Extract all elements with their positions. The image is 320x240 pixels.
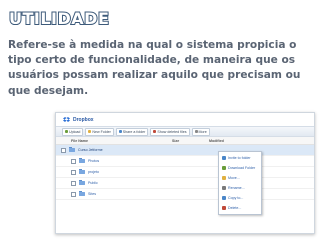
context-menu-label: Delete... (228, 206, 242, 210)
share-folder-icon (118, 130, 122, 133)
dropbox-logo-icon (63, 116, 70, 123)
row-checkbox[interactable] (71, 169, 76, 175)
trash-icon (153, 130, 157, 133)
toolbar-button-show-deleted-files[interactable]: Show deleted files (150, 127, 190, 136)
context-menu-item-copy-to[interactable]: Copy to... (219, 193, 261, 203)
context-menu-item-delete[interactable]: Delete... (219, 203, 261, 213)
folder-icon (79, 158, 85, 163)
file-name[interactable]: projeto (88, 170, 99, 174)
app-name: Dropbox (73, 116, 94, 123)
copy-icon (222, 196, 226, 200)
new-folder-icon (88, 130, 92, 133)
row-checkbox[interactable] (61, 147, 66, 153)
context-menu-item-move[interactable]: Move... (219, 173, 261, 183)
upload-icon (65, 130, 68, 133)
file-row[interactable]: Curso Jetforme (56, 145, 314, 156)
toolbar-button-label: More (198, 129, 207, 134)
folder-icon (79, 169, 85, 174)
column-size[interactable]: Size (172, 139, 209, 143)
download-icon (222, 166, 226, 170)
file-row[interactable]: Sites (56, 189, 314, 200)
file-list: Curso Jetforme Photos projeto Public Sites (56, 145, 314, 200)
file-row[interactable]: projeto (56, 167, 314, 178)
toolbar-button-label: Show deleted files (157, 129, 187, 134)
invite-icon (222, 156, 226, 160)
column-modified[interactable]: Modified (209, 139, 224, 143)
toolbar-button-label: Upload (69, 129, 81, 134)
toolbar: Upload New Folder Share a folder Show delet… (56, 126, 314, 137)
slide-title: UTILIDADE (8, 8, 110, 29)
move-icon (222, 176, 226, 180)
column-file-name[interactable]: File Name (71, 139, 172, 143)
context-menu-item-download-folder[interactable]: Download Folder (219, 163, 261, 173)
folder-icon (79, 191, 85, 196)
slide-description: Refere-se à medida na qual o sistema pro… (8, 39, 301, 97)
file-name[interactable]: Public (88, 181, 98, 185)
context-menu: Invite to folder Download Folder Move... Re… (218, 151, 262, 215)
folder-icon (69, 147, 75, 152)
context-menu-label: Copy to... (228, 196, 244, 200)
folder-icon (79, 180, 85, 185)
file-row[interactable]: Photos (56, 156, 314, 167)
toolbar-button-new-folder[interactable]: New Folder (85, 127, 114, 136)
context-menu-item-rename[interactable]: Rename... (219, 183, 261, 193)
dropbox-screenshot: Dropbox Upload New Folder Share a folder Sh… (55, 112, 315, 234)
toolbar-button-share-a-folder[interactable]: Share a folder (115, 127, 149, 136)
file-name[interactable]: Photos (88, 159, 99, 163)
row-checkbox[interactable] (71, 158, 76, 164)
file-name[interactable]: Sites (88, 192, 96, 196)
toolbar-button-label: New Folder (92, 129, 111, 134)
file-name[interactable]: Curso Jetforme (78, 148, 103, 152)
context-menu-label: Rename... (228, 186, 245, 190)
column-header: File Name Size Modified (56, 137, 314, 145)
row-checkbox[interactable] (71, 191, 76, 197)
row-checkbox[interactable] (71, 180, 76, 186)
context-menu-item-invite-to-folder[interactable]: Invite to folder (219, 153, 261, 163)
delete-icon (222, 206, 226, 210)
app-header: Dropbox (56, 113, 314, 126)
toolbar-button-label: Share a folder (122, 129, 146, 134)
file-row[interactable]: Public (56, 178, 314, 189)
chevron-down-icon (194, 130, 198, 133)
context-menu-label: Download Folder (228, 166, 256, 170)
toolbar-button-more[interactable]: More (191, 127, 210, 136)
context-menu-label: Invite to folder (228, 156, 251, 160)
rename-icon (222, 186, 226, 190)
toolbar-button-upload[interactable]: Upload (62, 127, 84, 136)
context-menu-label: Move... (228, 176, 240, 180)
